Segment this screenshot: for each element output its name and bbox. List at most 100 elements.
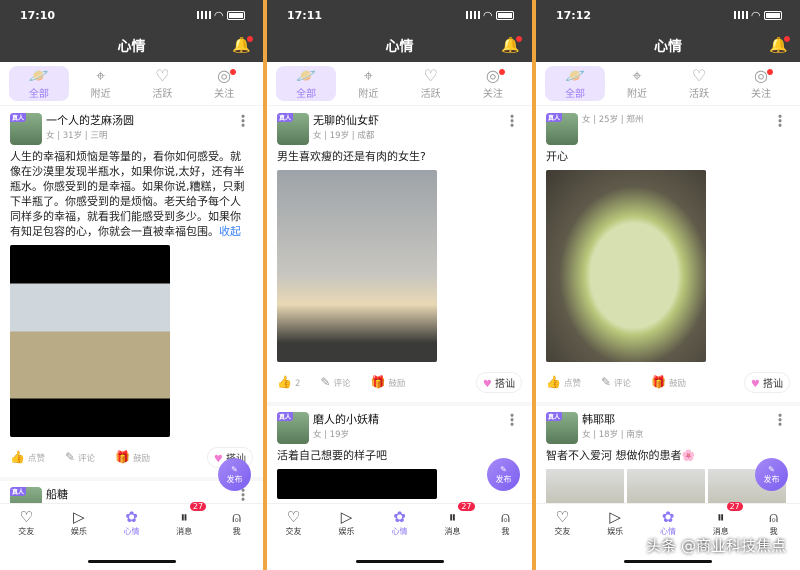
chat-button[interactable]: ♥ 搭讪: [743, 371, 790, 393]
unread-badge: 27: [726, 502, 743, 511]
nav-1[interactable]: ▷ 娱乐: [327, 504, 367, 540]
tab-label: 关注: [214, 89, 235, 100]
publish-label: 发布: [763, 474, 780, 484]
tab-0[interactable]: 🪐 全部: [8, 66, 69, 101]
action-like[interactable]: 👍 2: [277, 375, 300, 389]
heart-icon: ♡: [286, 508, 301, 526]
feed[interactable]: 真人女 | 25岁 | 郑州 ••• 开心 👍 点赞 ✎ 评论 🎁 鼓励 ♥ 搭讪 真人 韩耶耶女 |…: [536, 107, 800, 503]
nav-3[interactable]: ⏸ 消息 27: [433, 502, 475, 540]
video-icon: ▷: [340, 508, 353, 526]
publish-button[interactable]: ✎ 发布: [487, 458, 520, 491]
nav-label: 我: [232, 527, 241, 536]
status-bar: 17:10 ◠: [0, 0, 263, 30]
user-name[interactable]: 一个人的芝麻汤圆: [46, 113, 134, 129]
nav-0[interactable]: ♡ 交友: [542, 504, 582, 540]
action-comment[interactable]: ✎ 评论: [65, 450, 95, 464]
tab-0[interactable]: 🪐 全部: [276, 66, 337, 101]
user-name[interactable]: 无聊的仙女虾: [313, 113, 379, 129]
tab-3[interactable]: ◎ 关注: [463, 66, 523, 101]
user-name[interactable]: 磨人的小妖精: [313, 412, 379, 428]
feed[interactable]: 真人 无聊的仙女虾女 | 19岁 | 成都 ••• 男生喜欢瘦的还是有肉的女生? 👍 2 ✎…: [267, 107, 532, 503]
publish-button[interactable]: ✎ 发布: [755, 458, 788, 491]
app-header: 心情 🔔: [0, 30, 263, 62]
avatar[interactable]: 真人: [546, 412, 578, 444]
tab-3[interactable]: ◎ 关注: [194, 66, 254, 101]
verified-badge: 真人: [277, 412, 294, 421]
action-like[interactable]: 👍 点赞: [546, 375, 581, 389]
avatar[interactable]: 真人: [277, 412, 309, 444]
tab-0[interactable]: 🪐 全部: [545, 66, 605, 101]
user-info: 一个人的芝麻汤圆女 | 31岁 | 三明: [46, 113, 134, 145]
feed-post: 真人 一个人的芝麻汤圆女 | 31岁 | 三明 ••• 人生的幸福和烦恼是等量的，看你…: [0, 107, 263, 481]
nav-label: 娱乐: [338, 527, 355, 536]
tab-1[interactable]: ⌖ 附近: [71, 66, 131, 101]
more-icon[interactable]: •••: [505, 113, 518, 126]
nav-4[interactable]: ⍝ 我: [217, 504, 257, 540]
collapse-link[interactable]: 收起: [219, 225, 241, 238]
mood-icon: ✿: [393, 508, 406, 526]
action-comment[interactable]: ✎ 评论: [320, 375, 350, 389]
avatar[interactable]: 真人: [10, 487, 42, 503]
publish-button[interactable]: ✎ 发布: [218, 458, 251, 491]
avatar[interactable]: 真人: [546, 113, 578, 145]
action-label: 2: [294, 379, 301, 389]
post-photo[interactable]: [627, 469, 705, 503]
avatar[interactable]: 真人: [10, 113, 42, 145]
post-image[interactable]: [277, 469, 437, 499]
nav-3[interactable]: ⏸ 消息 27: [164, 502, 207, 540]
post-image[interactable]: [277, 170, 437, 362]
location-icon: ⌖: [363, 66, 373, 85]
nav-1[interactable]: ▷ 娱乐: [595, 504, 635, 540]
more-icon[interactable]: •••: [773, 113, 786, 126]
post-photo[interactable]: [546, 469, 624, 503]
tab-1[interactable]: ⌖ 附近: [338, 66, 398, 101]
action-encourage[interactable]: 🎁 鼓励: [370, 375, 405, 389]
status-icons: ◠: [196, 8, 245, 22]
more-icon[interactable]: •••: [773, 412, 786, 425]
user-name[interactable]: 船糖: [46, 487, 68, 503]
heartbeat-icon: ♡: [155, 66, 170, 85]
signal-icon: [196, 11, 211, 19]
tab-2[interactable]: ♡ 活跃: [401, 66, 461, 101]
pencil-icon: ✎: [768, 464, 775, 474]
nav-2[interactable]: ✿ 心情: [111, 504, 151, 540]
action-label: 评论: [78, 454, 96, 464]
nav-2[interactable]: ✿ 心情: [380, 504, 420, 540]
chat-button[interactable]: ♥ 搭讪: [475, 371, 522, 393]
page-title: 心情: [117, 39, 146, 55]
avatar[interactable]: 真人: [277, 113, 309, 145]
post-text-content: 人生的幸福和烦恼是等量的，看你如何感受。就像在沙漠里发现半瓶水，如果你说,太好，…: [10, 150, 245, 238]
tab-label: 关注: [482, 89, 503, 100]
action-label: 鼓励: [133, 454, 151, 464]
category-tabs: 🪐 全部 ⌖ 附近 ♡ 活跃 ◎ 关注: [0, 62, 263, 106]
tab-2[interactable]: ♡ 活跃: [669, 66, 729, 101]
verified-badge: 真人: [277, 113, 294, 122]
nav-1[interactable]: ▷ 娱乐: [59, 504, 99, 540]
more-icon[interactable]: •••: [505, 412, 518, 425]
action-comment[interactable]: ✎ 评论: [601, 375, 631, 389]
action-encourage[interactable]: 🎁 鼓励: [651, 375, 686, 389]
user-meta: 女 | 19岁: [313, 430, 350, 440]
comment-icon: ✎: [64, 450, 76, 464]
post-image[interactable]: [546, 170, 706, 362]
status-time: 17:12: [556, 8, 592, 22]
nav-0[interactable]: ♡ 交友: [6, 504, 46, 540]
notification-dot: [767, 69, 773, 75]
tab-2[interactable]: ♡ 活跃: [132, 66, 192, 101]
wifi-icon: ◠: [214, 8, 223, 22]
tab-1[interactable]: ⌖ 附近: [607, 66, 667, 101]
bell-icon[interactable]: 🔔: [501, 36, 522, 54]
tab-3[interactable]: ◎ 关注: [731, 66, 791, 101]
bell-icon[interactable]: 🔔: [769, 36, 790, 54]
action-like[interactable]: 👍 点赞: [10, 450, 45, 464]
target-icon: ◎: [754, 66, 768, 85]
post-image[interactable]: [10, 245, 170, 437]
bell-icon[interactable]: 🔔: [232, 36, 253, 54]
feed[interactable]: 真人 一个人的芝麻汤圆女 | 31岁 | 三明 ••• 人生的幸福和烦恼是等量的，看你…: [0, 107, 263, 503]
nav-4[interactable]: ⍝ 我: [486, 504, 526, 540]
more-icon[interactable]: •••: [236, 113, 249, 126]
user-name[interactable]: 韩耶耶: [582, 412, 643, 428]
post-actions: 👍点赞 ✎评论 🎁鼓励 ♥ 搭讪: [546, 362, 790, 402]
nav-0[interactable]: ♡ 交友: [274, 504, 314, 540]
action-encourage[interactable]: 🎁 鼓励: [115, 450, 150, 464]
